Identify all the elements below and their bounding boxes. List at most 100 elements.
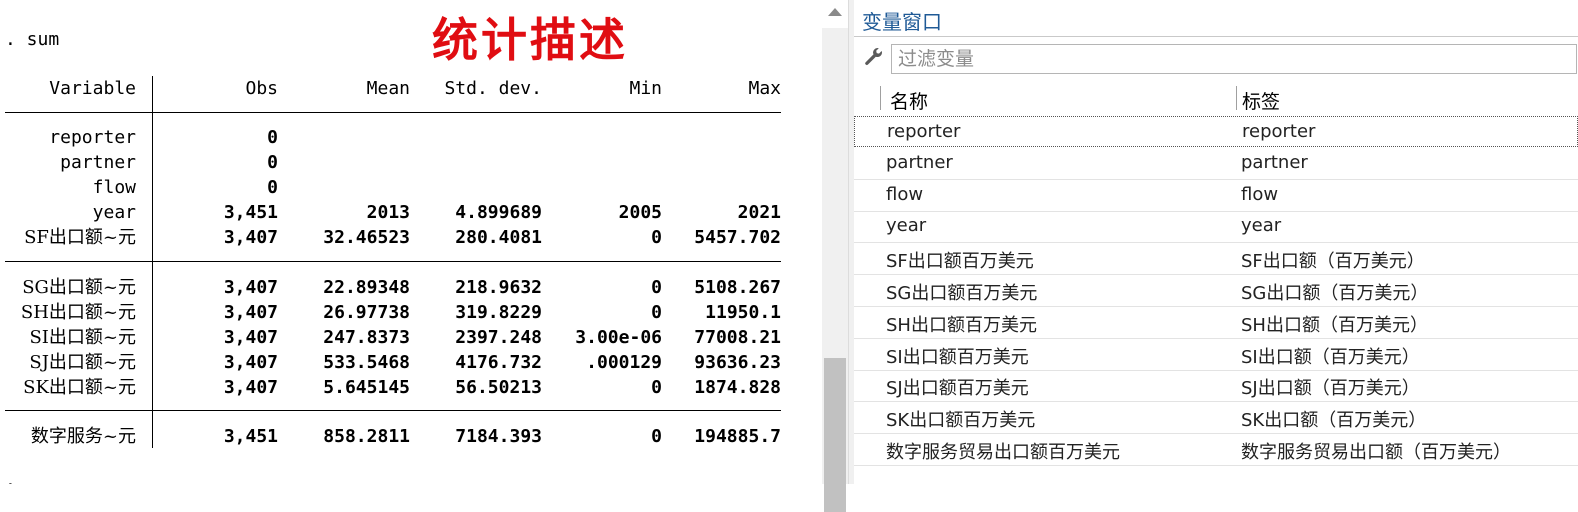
column-name-header[interactable]: 名称 bbox=[890, 87, 928, 114]
stat-mean: 858.2811 bbox=[323, 426, 410, 447]
filter-variables-input[interactable] bbox=[891, 44, 1577, 74]
stat-min: .000129 bbox=[586, 352, 662, 373]
results-window: . sum 统计描述 Variable Obs Mean Std. dev. M… bbox=[0, 0, 822, 484]
wrench-icon[interactable] bbox=[862, 47, 886, 71]
variable-row[interactable]: partner partner bbox=[854, 148, 1578, 180]
stat-sd: 319.8229 bbox=[455, 302, 542, 323]
stat-row: SI出口额~元 3,407 247.8373 2397.248 3.00e-06 7700… bbox=[0, 325, 822, 350]
stat-max: 93636.23 bbox=[694, 352, 781, 373]
stat-min: 0 bbox=[651, 377, 662, 398]
group-rule-2 bbox=[5, 410, 781, 411]
stat-max: 2021 bbox=[737, 202, 781, 223]
variable-label: partner bbox=[1241, 151, 1308, 173]
stat-obs: 3,407 bbox=[223, 277, 278, 298]
variable-row[interactable]: SI出口额百万美元 SI出口额（百万美元） bbox=[854, 339, 1578, 371]
variable-label: SG出口额（百万美元） bbox=[1241, 283, 1429, 304]
stat-sd: 56.50213 bbox=[455, 377, 542, 398]
stat-sd: 4176.732 bbox=[455, 352, 542, 373]
stat-min: 2005 bbox=[618, 202, 662, 223]
stat-row: partner 0 bbox=[0, 150, 822, 175]
column-separator[interactable] bbox=[880, 86, 881, 110]
stat-obs: 0 bbox=[267, 152, 278, 173]
command-prompt[interactable]: . bbox=[5, 468, 16, 484]
variable-label: SJ出口额（百万美元） bbox=[1241, 378, 1420, 400]
variable-name: partner bbox=[886, 151, 953, 173]
stat-variable-name: SI出口额~元 bbox=[29, 327, 136, 348]
stat-mean: 22.89348 bbox=[323, 277, 410, 298]
stat-variable-name: reporter bbox=[49, 127, 136, 148]
scroll-track[interactable] bbox=[822, 28, 848, 512]
group-rule-1 bbox=[5, 261, 781, 262]
stat-variable-name: SJ出口额~元 bbox=[29, 352, 136, 373]
stat-obs: 0 bbox=[267, 127, 278, 148]
variable-row[interactable]: SG出口额百万美元 SG出口额（百万美元） bbox=[854, 275, 1578, 307]
stat-min: 0 bbox=[651, 277, 662, 298]
stat-row: reporter 0 bbox=[0, 125, 822, 150]
stat-min: 0 bbox=[651, 302, 662, 323]
stat-mean: 2013 bbox=[366, 202, 410, 223]
stat-obs: 3,407 bbox=[223, 377, 278, 398]
stat-row: flow 0 bbox=[0, 175, 822, 200]
variable-row[interactable]: SJ出口额百万美元 SJ出口额（百万美元） bbox=[854, 370, 1578, 403]
stat-variable-name: partner bbox=[60, 152, 136, 173]
stat-row: SK出口额~元 3,407 5.645145 56.50213 0 1874.828 bbox=[0, 375, 822, 400]
column-label-header[interactable]: 标签 bbox=[1242, 87, 1280, 114]
stat-variable-name: SF出口额~元 bbox=[24, 227, 136, 248]
stat-obs: 3,451 bbox=[223, 426, 278, 447]
stat-max: 194885.7 bbox=[694, 426, 781, 447]
stat-row: year 3,451 2013 4.899689 2005 2021 bbox=[0, 200, 822, 225]
stat-mean: 533.5468 bbox=[323, 352, 410, 373]
stat-max: 11950.1 bbox=[705, 302, 781, 323]
variable-row[interactable]: reporter reporter bbox=[854, 116, 1578, 147]
header-variable: Variable bbox=[49, 78, 136, 99]
variable-label: 数字服务贸易出口额（百万美元） bbox=[1241, 442, 1511, 463]
variable-row[interactable]: SK出口额百万美元 SK出口额（百万美元） bbox=[854, 402, 1578, 435]
stat-max: 77008.21 bbox=[694, 327, 781, 348]
variable-label: reporter bbox=[1242, 121, 1316, 142]
annotation-title: 统计描述 bbox=[432, 13, 628, 67]
variable-row[interactable]: year year bbox=[854, 211, 1578, 244]
stat-min: 0 bbox=[651, 426, 662, 447]
header-sd: Std. dev. bbox=[444, 78, 542, 99]
stat-sd: 218.9632 bbox=[455, 277, 542, 298]
stat-obs: 0 bbox=[267, 177, 278, 198]
stat-variable-name: SH出口额~元 bbox=[20, 302, 136, 323]
stat-row: SG出口额~元 3,407 22.89348 218.9632 0 5108.267 bbox=[0, 275, 822, 300]
stat-max: 1874.828 bbox=[694, 377, 781, 398]
stat-obs: 3,407 bbox=[223, 352, 278, 373]
variable-name: SK出口额百万美元 bbox=[886, 410, 1036, 432]
stat-variable-name: year bbox=[92, 202, 136, 223]
stat-variable-name: flow bbox=[92, 177, 136, 198]
stat-sd: 280.4081 bbox=[455, 227, 542, 248]
variable-row[interactable]: flow flow bbox=[854, 180, 1578, 212]
stat-max: 5108.267 bbox=[694, 277, 781, 298]
filter-bar bbox=[856, 42, 1578, 76]
variable-name: SH出口额百万美元 bbox=[886, 314, 1037, 336]
scroll-thumb[interactable] bbox=[824, 358, 846, 512]
variable-label: SH出口额（百万美元） bbox=[1241, 314, 1428, 336]
variable-name: SI出口额百万美元 bbox=[886, 346, 1029, 368]
variable-name: year bbox=[886, 215, 927, 237]
column-separator[interactable] bbox=[1236, 86, 1237, 110]
command-line: . sum bbox=[5, 29, 60, 50]
variable-row[interactable]: 数字服务贸易出口额百万美元 数字服务贸易出口额（百万美元） bbox=[854, 434, 1578, 466]
stat-variable-name: SK出口额~元 bbox=[23, 377, 136, 398]
stat-row: SH出口额~元 3,407 26.97738 319.8229 0 11950.1 bbox=[0, 300, 822, 325]
variable-name: SJ出口额百万美元 bbox=[886, 378, 1029, 400]
header-max: Max bbox=[748, 78, 781, 99]
variable-label: SI出口额（百万美元） bbox=[1241, 346, 1420, 368]
results-scrollbar[interactable] bbox=[822, 0, 848, 512]
scroll-up-arrow-icon[interactable] bbox=[828, 8, 842, 16]
variable-name: SF出口额百万美元 bbox=[886, 251, 1034, 273]
variable-name: SG出口额百万美元 bbox=[886, 283, 1038, 304]
variable-name: reporter bbox=[887, 121, 961, 142]
stat-min: 0 bbox=[651, 227, 662, 248]
stat-obs: 3,407 bbox=[223, 302, 278, 323]
stat-max: 5457.702 bbox=[694, 227, 781, 248]
stat-obs: 3,451 bbox=[223, 202, 278, 223]
variable-row[interactable]: SF出口额百万美元 SF出口额（百万美元） bbox=[854, 243, 1578, 276]
stat-variable-name: 数字服务~元 bbox=[30, 426, 136, 447]
stat-mean: 5.645145 bbox=[323, 377, 410, 398]
variable-row[interactable]: SH出口额百万美元 SH出口额（百万美元） bbox=[854, 307, 1578, 339]
stat-sd: 2397.248 bbox=[455, 327, 542, 348]
